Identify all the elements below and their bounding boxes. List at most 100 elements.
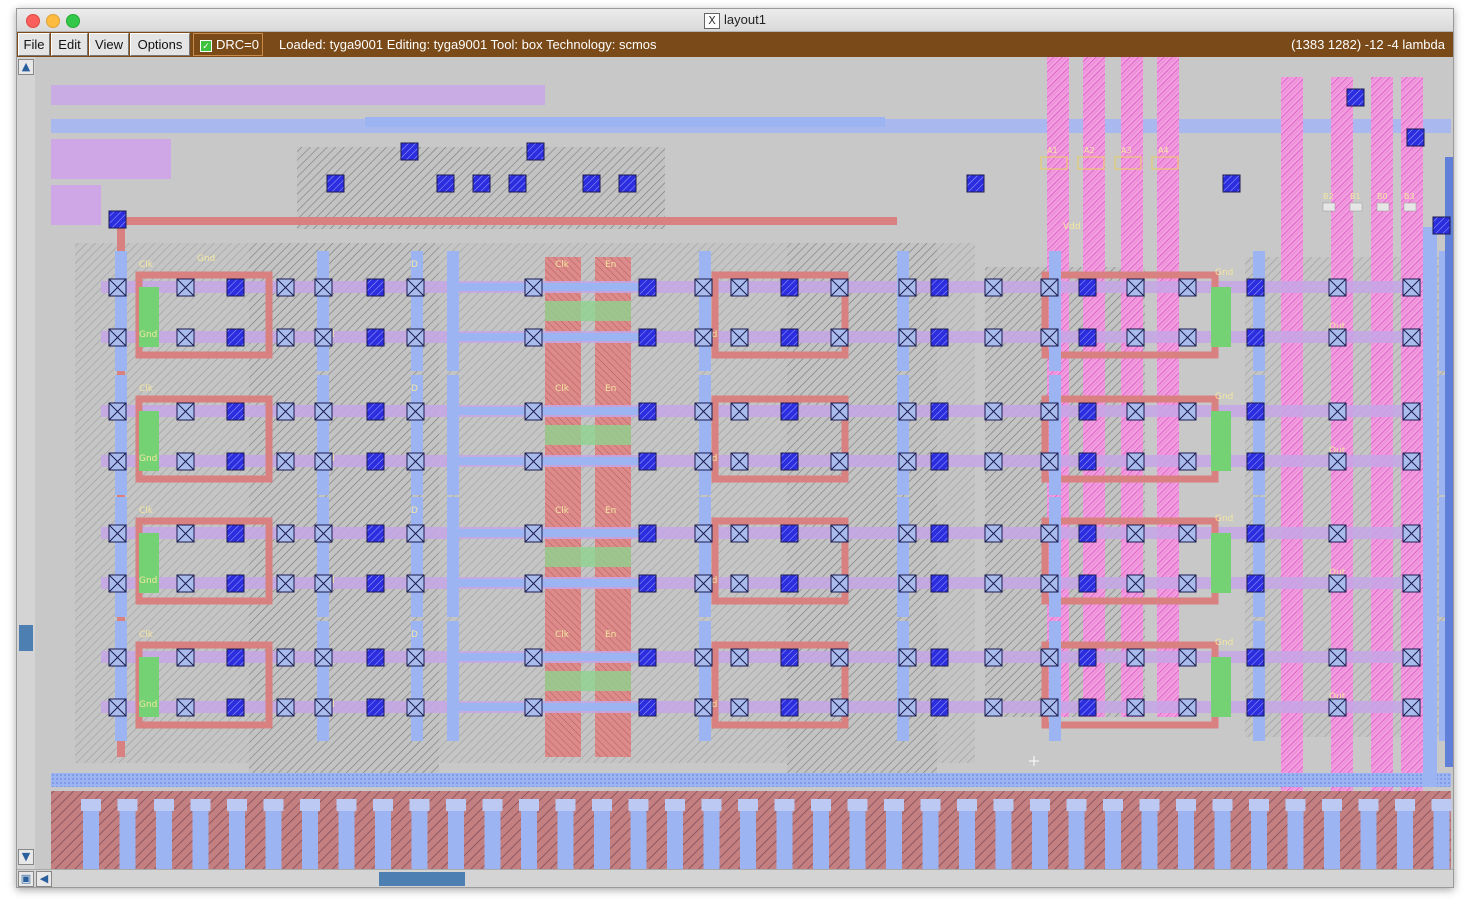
metal1-rail bbox=[1049, 251, 1061, 371]
via-contact bbox=[400, 142, 419, 161]
pin-label: Gnd bbox=[139, 576, 157, 586]
via-contact bbox=[780, 402, 799, 421]
finger-contact bbox=[1431, 799, 1452, 811]
finger-contact bbox=[847, 799, 868, 811]
via-contact bbox=[638, 452, 657, 471]
arrow-down-icon[interactable]: ▼ bbox=[18, 849, 34, 865]
metal1-rail bbox=[699, 621, 711, 741]
via-contact bbox=[1078, 524, 1097, 543]
pin-label: En bbox=[605, 630, 616, 640]
via-contact bbox=[638, 328, 657, 347]
horizontal-scrollbar[interactable]: ▣ ◀ bbox=[17, 869, 1453, 887]
status-text: Loaded: tyga9001 Editing: tyga9001 Tool:… bbox=[279, 37, 657, 52]
pin-label: Gnd bbox=[1215, 514, 1233, 524]
pin-label: A4 bbox=[1158, 146, 1169, 155]
via-contact bbox=[618, 174, 637, 193]
via-contact bbox=[1246, 452, 1265, 471]
metal1-rail bbox=[317, 497, 329, 617]
arrow-left-icon[interactable]: ◀ bbox=[36, 871, 52, 887]
finger-contact bbox=[920, 799, 941, 811]
vertical-scrollbar[interactable]: ▲ ▼ bbox=[17, 57, 36, 869]
via-contact bbox=[226, 524, 245, 543]
finger-contact bbox=[1139, 799, 1160, 811]
metal1-rail bbox=[317, 251, 329, 371]
layout-window: Xlayout1 File Edit View Options ✓ DRC=0 L… bbox=[16, 8, 1454, 888]
finger-contact bbox=[555, 799, 576, 811]
via-contact bbox=[930, 698, 949, 717]
via-contact bbox=[108, 210, 127, 229]
via-contact bbox=[1078, 402, 1097, 421]
via-contact bbox=[966, 174, 985, 193]
via-contact bbox=[1432, 216, 1451, 235]
menu-view[interactable]: View bbox=[89, 33, 129, 56]
pin-label: Clk bbox=[139, 384, 154, 394]
finger-contact bbox=[373, 799, 393, 811]
horizontal-scroll-thumb[interactable] bbox=[379, 872, 465, 886]
finger-contact bbox=[409, 799, 430, 811]
via-contact bbox=[1078, 328, 1097, 347]
layout-canvas[interactable]: ClkGndVddClkEnDGndGndOutClkGndVddClkEnDG… bbox=[35, 57, 1453, 869]
via-contact bbox=[226, 698, 245, 717]
finger-contact bbox=[1176, 799, 1196, 811]
finger-contact bbox=[482, 799, 503, 811]
drc-toggle[interactable]: ✓ DRC=0 bbox=[193, 33, 263, 56]
via-contact bbox=[1246, 524, 1265, 543]
menu-options[interactable]: Options bbox=[130, 33, 190, 56]
finger-contact bbox=[884, 799, 904, 811]
via-contact bbox=[366, 402, 385, 421]
metal1-rail bbox=[699, 497, 711, 617]
via-contact bbox=[436, 174, 455, 193]
finger-contact bbox=[519, 799, 539, 811]
pselect-column bbox=[1157, 57, 1179, 717]
metal1-rail bbox=[115, 497, 127, 617]
arrow-up-icon[interactable]: ▲ bbox=[18, 59, 34, 75]
via-contact bbox=[226, 402, 245, 421]
pin-label: Gnd bbox=[1215, 268, 1233, 278]
pin-label: D bbox=[411, 506, 418, 516]
metal1-rail bbox=[699, 375, 711, 495]
finger-contact bbox=[701, 799, 722, 811]
metal1-run bbox=[455, 283, 655, 291]
finger-contact bbox=[1285, 799, 1306, 811]
via-contact bbox=[1246, 278, 1265, 297]
via-contact bbox=[930, 402, 949, 421]
vertical-scroll-thumb[interactable] bbox=[19, 625, 33, 651]
via-contact bbox=[638, 524, 657, 543]
via-contact bbox=[366, 278, 385, 297]
pin-label: Gnd bbox=[139, 454, 157, 464]
menu-bar: File Edit View Options ✓ DRC=0 Loaded: ty… bbox=[17, 32, 1453, 57]
pin-label: En bbox=[605, 260, 616, 270]
via-contact bbox=[226, 574, 245, 593]
via-contact bbox=[1078, 452, 1097, 471]
metal1-run bbox=[455, 333, 655, 341]
layout-drawing: ClkGndVddClkEnDGndGndOutClkGndVddClkEnDG… bbox=[35, 57, 1453, 869]
finger-contact bbox=[628, 799, 649, 811]
finger-contact bbox=[1249, 799, 1269, 811]
finger-contact bbox=[336, 799, 357, 811]
box-icon[interactable]: ▣ bbox=[18, 871, 34, 887]
menu-edit[interactable]: Edit bbox=[51, 33, 88, 56]
pin-label: Clk bbox=[555, 384, 570, 394]
via-contact bbox=[1406, 128, 1425, 147]
metal1-rail bbox=[1049, 497, 1061, 617]
metal1-rail bbox=[897, 621, 909, 741]
ndiff bbox=[1211, 657, 1231, 717]
via-contact bbox=[226, 648, 245, 667]
via-contact bbox=[780, 524, 799, 543]
pin-label: A1 bbox=[1047, 146, 1058, 155]
drc-label: DRC=0 bbox=[216, 37, 259, 52]
via-contact bbox=[1246, 648, 1265, 667]
pselect-column bbox=[1281, 77, 1303, 867]
metal1-rail bbox=[115, 621, 127, 741]
finger-contact bbox=[227, 799, 247, 811]
metal1-rail bbox=[897, 497, 909, 617]
menu-file[interactable]: File bbox=[18, 33, 50, 56]
metal1-rail bbox=[447, 251, 459, 371]
finger-contact bbox=[1066, 799, 1087, 811]
window-title-wrap: Xlayout1 bbox=[17, 12, 1453, 29]
pin-label: A3 bbox=[1121, 146, 1132, 155]
via-contact bbox=[1078, 574, 1097, 593]
pin-box bbox=[1349, 202, 1363, 212]
pin-label: Clk bbox=[139, 506, 154, 516]
pin-label: B3 bbox=[1404, 192, 1415, 201]
